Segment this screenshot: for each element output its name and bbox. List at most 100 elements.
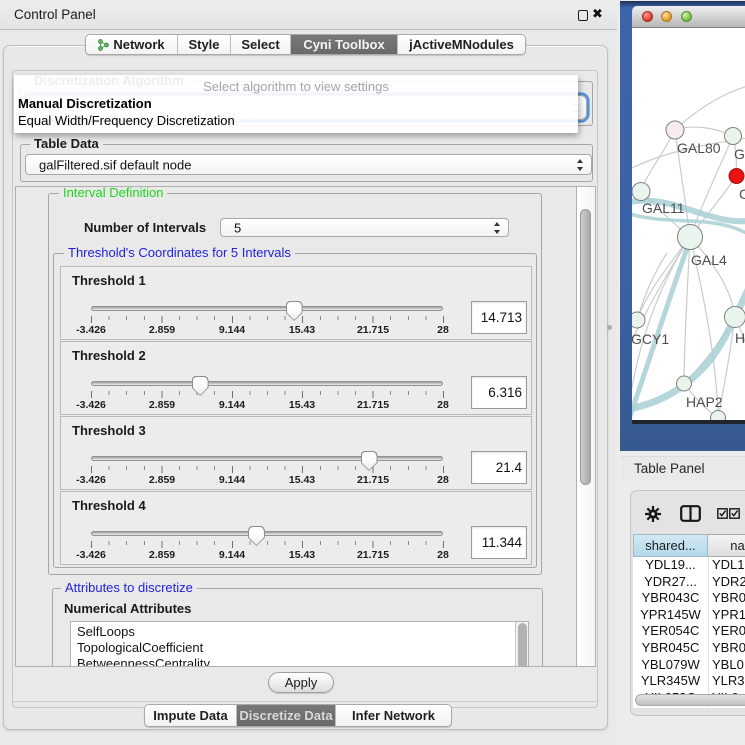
tick-label: 9.144 [200, 324, 264, 336]
list-item[interactable]: TopologicalCoefficient [71, 640, 528, 656]
tab-select[interactable]: Select [231, 35, 291, 54]
cell-shared-name[interactable]: YBR045C [633, 640, 708, 657]
cell-shared-name[interactable]: YDL19... [633, 557, 708, 574]
table-data-combobox[interactable]: galFiltered.sif default node [25, 154, 592, 175]
threshold-3-slider-track[interactable] [91, 456, 443, 461]
list-item[interactable]: SelfLoops [71, 622, 528, 640]
table-row[interactable]: YBR045CYBR0 [633, 640, 745, 657]
close-window-icon[interactable] [642, 11, 653, 22]
table-data-value: galFiltered.sif default node [39, 157, 191, 172]
tick-label: 2.859 [130, 549, 194, 561]
tab-jactivemnodules[interactable]: jActiveMNodules [398, 35, 525, 54]
table-row[interactable]: YPR145WYPR1 [633, 607, 745, 624]
cell-name[interactable]: YDR2 [712, 574, 745, 591]
settings-scrollbar[interactable] [576, 187, 595, 666]
cell-name[interactable]: YPR1 [712, 607, 745, 624]
table-row[interactable]: YBL079WYBL0 [633, 657, 745, 674]
combo-arrows-icon [494, 222, 501, 234]
minimize-window-icon[interactable] [661, 11, 672, 22]
dropdown-prompt-item[interactable]: Select algorithm to view settings [14, 79, 578, 94]
threshold-1-value-field[interactable]: 14.713 [471, 301, 527, 334]
threshold-coordinates-title: Threshold's Coordinates for 5 Intervals [64, 246, 295, 260]
apply-button[interactable]: Apply [268, 672, 334, 693]
control-panel-tabs: Network Style Select Cyni Toolbox jActiv… [85, 34, 526, 55]
list-scrollbar[interactable] [515, 622, 528, 667]
table-row[interactable]: YER054CYER0 [633, 623, 745, 640]
checkbox-icon[interactable] [729, 508, 740, 519]
checkbox-icon[interactable] [717, 508, 728, 519]
tab-impute-data[interactable]: Impute Data [145, 705, 237, 726]
threshold-2-label: Threshold 2 [72, 348, 146, 363]
table-row[interactable]: YDR27...YDR2 [633, 574, 745, 591]
tab-infer-network-label: Infer Network [352, 708, 435, 723]
threshold-4-panel: Threshold 4 -3.426 2.859 9.144 15.43 21.… [60, 491, 532, 565]
cell-name[interactable]: YBR0 [712, 640, 745, 657]
table-horizontal-scrollbar[interactable] [635, 694, 745, 706]
number-of-intervals-combobox[interactable]: 5 [220, 218, 509, 237]
cell-name[interactable]: YBL0 [712, 657, 745, 674]
cell-shared-name[interactable]: YLR345W [633, 673, 708, 690]
column-header-shared-name[interactable]: shared... [633, 534, 708, 557]
tick-label: 15.43 [270, 324, 334, 336]
threshold-4-slider-track[interactable] [91, 531, 443, 536]
network-canvas-edge [632, 420, 745, 424]
threshold-1-label: Threshold 1 [72, 273, 146, 288]
tick-label: 9.144 [200, 549, 264, 561]
network-view-window: GAL80GACGAL11GAL4GCY1HHAP2 [620, 1, 745, 451]
list-scrollbar-thumb[interactable] [518, 623, 527, 667]
cell-shared-name[interactable]: YPR145W [633, 607, 708, 624]
close-panel-icon[interactable]: ✖ [592, 6, 603, 22]
columns-icon[interactable] [680, 505, 701, 522]
numerical-attributes-label: Numerical Attributes [64, 601, 191, 616]
cell-shared-name[interactable]: YER054C [633, 623, 708, 640]
cell-shared-name[interactable]: YBL079W [633, 657, 708, 674]
combo-arrows-icon [577, 159, 584, 171]
svg-text:GAL4: GAL4 [691, 252, 727, 268]
cell-name[interactable]: YLR3 [712, 673, 745, 690]
table-row[interactable]: YLR345WYLR3 [633, 673, 745, 690]
list-item[interactable]: BetweennessCentrality [71, 656, 528, 667]
tab-style[interactable]: Style [178, 35, 231, 54]
gear-icon[interactable] [645, 506, 661, 522]
threshold-3-value-field[interactable]: 21.4 [471, 451, 527, 484]
settings-scrollbar-thumb[interactable] [580, 209, 591, 485]
number-of-intervals-value: 5 [234, 220, 241, 235]
svg-text:C: C [739, 186, 745, 202]
threshold-2-slider-track[interactable] [91, 381, 443, 386]
slider-ticks [91, 391, 444, 398]
threshold-1-slider-track[interactable] [91, 306, 443, 311]
svg-text:HAP2: HAP2 [686, 394, 723, 410]
cell-shared-name[interactable]: YBR043C [633, 590, 708, 607]
tab-cyni-toolbox[interactable]: Cyni Toolbox [291, 35, 398, 54]
column-header-name[interactable]: na [708, 534, 745, 557]
settings-scrollpane: Interval Definition Number of Intervals … [15, 186, 596, 667]
tab-infer-network[interactable]: Infer Network [336, 705, 451, 726]
tab-network[interactable]: Network [86, 35, 178, 54]
table-row[interactable]: YDL19...YDL1 [633, 557, 745, 574]
threshold-2-value-field[interactable]: 6.316 [471, 376, 527, 409]
zoom-window-icon[interactable] [681, 11, 692, 22]
network-canvas[interactable]: GAL80GACGAL11GAL4GCY1HHAP2 [632, 28, 745, 420]
cell-name[interactable]: YBR0 [712, 590, 745, 607]
slider-ticks [91, 541, 444, 548]
tick-label: 28 [411, 549, 475, 561]
svg-text:GAL80: GAL80 [677, 140, 721, 156]
splitter-handle[interactable] [607, 325, 612, 330]
tab-discretize-data[interactable]: Discretize Data [237, 705, 336, 726]
threshold-3-panel: Threshold 3 -3.426 2.859 9.144 15.43 21.… [60, 416, 532, 490]
cell-name[interactable]: YDL1 [712, 557, 745, 574]
threshold-4-label: Threshold 4 [72, 498, 146, 513]
algorithm-dropdown-popup: Select algorithm to view settings Manual… [14, 75, 578, 133]
table-body: YDL19...YDL1 YDR27...YDR2 YBR043CYBR0 YP… [633, 557, 745, 706]
float-panel-icon[interactable] [578, 10, 588, 21]
tab-jactivemnodules-label: jActiveMNodules [409, 37, 514, 52]
cell-shared-name[interactable]: YDR27... [633, 574, 708, 591]
tick-label: 9.144 [200, 474, 264, 486]
cell-name[interactable]: YER0 [712, 623, 745, 640]
threshold-4-value-field[interactable]: 11.344 [471, 526, 527, 559]
table-row[interactable]: YBR043CYBR0 [633, 590, 745, 607]
dropdown-item-manual-discretization[interactable]: Manual Discretization [18, 96, 152, 111]
network-window-titlebar[interactable] [632, 6, 745, 28]
slider-ticks [91, 316, 444, 323]
dropdown-item-equal-width[interactable]: Equal Width/Frequency Discretization [18, 113, 235, 128]
